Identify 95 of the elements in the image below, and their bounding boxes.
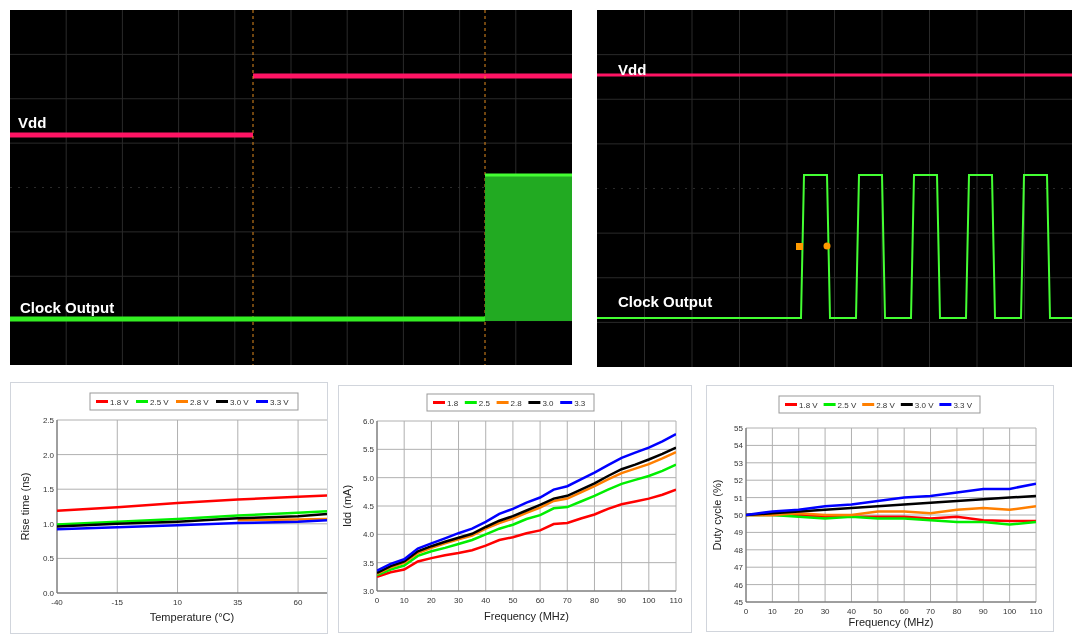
- tick-label: 100: [1002, 607, 1017, 616]
- axis-title: Rise time (ns): [19, 472, 31, 541]
- legend-label: 3.3 V: [270, 397, 289, 407]
- legend-label: 2.8 V: [876, 400, 895, 410]
- tick-label: 90: [978, 607, 988, 616]
- trace-label: Clock Output: [20, 300, 115, 315]
- tick-label: 45: [734, 598, 743, 607]
- tick-label: 30: [820, 607, 830, 616]
- tick-label: 0.0: [42, 589, 54, 598]
- tick-label: 54: [734, 441, 743, 451]
- tick-label: 49: [734, 528, 743, 538]
- legend-label: 3.3: [574, 398, 586, 408]
- tick-label: 2.5: [42, 416, 54, 425]
- legend-label: 2.5: [478, 398, 490, 408]
- tick-label: 50: [873, 607, 883, 616]
- trace-label: Vdd: [18, 115, 47, 130]
- tick-label: 50: [508, 596, 518, 605]
- legend-swatch: [496, 401, 509, 404]
- tick-label: 60: [899, 607, 909, 616]
- legend-swatch: [560, 401, 573, 404]
- axis-title: Temperature (°C): [149, 611, 235, 623]
- legend-label: 2.5 V: [150, 397, 169, 407]
- legend-swatch: [256, 400, 268, 403]
- axis-title: Frequency (MHz): [848, 616, 934, 628]
- tick-label: 50: [734, 511, 743, 520]
- trace-label: Clock Output: [618, 294, 713, 309]
- tick-label: 35: [233, 598, 243, 607]
- legend-swatch: [823, 403, 836, 406]
- tick-label: 2.0: [42, 450, 54, 460]
- legend-label: 3.3 V: [953, 400, 973, 410]
- tick-label: 40: [481, 596, 491, 605]
- tick-label: 110: [1029, 607, 1043, 616]
- tick-label: 1.0: [42, 519, 54, 529]
- tick-label: 110: [669, 596, 683, 605]
- legend-swatch: [862, 403, 875, 406]
- legend-label: 2.8: [510, 398, 522, 408]
- tick-label: 55: [734, 424, 743, 433]
- legend-swatch: [136, 400, 148, 403]
- tick-label: 70: [926, 607, 935, 616]
- tick-label: 90: [617, 596, 627, 605]
- tick-label: 60: [293, 598, 303, 607]
- legend-label: 3.0 V: [914, 400, 934, 410]
- legend-swatch: [900, 403, 913, 406]
- tick-label: 5.5: [362, 445, 374, 455]
- tick-label: 52: [734, 476, 743, 486]
- tick-label: 10: [173, 598, 182, 607]
- tick-label: 0.5: [42, 554, 54, 564]
- legend-swatch: [216, 400, 228, 403]
- legend-label: 3.0 V: [230, 397, 249, 407]
- tick-label: 3.0: [362, 587, 374, 596]
- tick-label: -15: [111, 598, 124, 607]
- tick-label: 53: [734, 458, 743, 468]
- tick-label: 60: [535, 596, 545, 605]
- legend-swatch: [464, 401, 477, 404]
- legend-label: 2.5 V: [837, 400, 857, 410]
- tick-label: 10: [399, 596, 409, 605]
- tick-label: 5.0: [362, 473, 374, 483]
- tick-label: 20: [426, 596, 436, 605]
- tick-label: 80: [590, 596, 599, 605]
- tick-label: 3.5: [362, 558, 374, 568]
- tick-label: 4.5: [362, 502, 374, 511]
- axis-title: Duty cycle (%): [711, 479, 723, 551]
- legend-label: 3.0: [542, 398, 554, 408]
- tick-label: 51: [734, 493, 743, 503]
- tick-label: 40: [847, 607, 856, 616]
- legend-swatch: [96, 400, 108, 403]
- legend-swatch: [528, 401, 541, 404]
- tick-label: 20: [794, 607, 804, 616]
- tick-label: 100: [642, 596, 656, 605]
- trace-label: Vdd: [618, 62, 647, 77]
- tick-label: 6.0: [362, 417, 374, 426]
- legend-swatch: [939, 403, 952, 406]
- legend-label: 2.8 V: [190, 397, 209, 407]
- tick-label: 47: [734, 563, 743, 573]
- marker-icon: [823, 242, 831, 250]
- tick-label: 48: [734, 545, 743, 555]
- tick-label: 46: [734, 580, 743, 590]
- axis-title: Idd (mA): [341, 484, 353, 528]
- tick-label: 10: [767, 607, 777, 616]
- legend-label: 1.8: [447, 398, 459, 408]
- tick-label: 30: [454, 596, 463, 605]
- legend-swatch: [785, 403, 797, 406]
- legend-swatch: [176, 400, 188, 403]
- tick-label: 0: [743, 607, 749, 616]
- tick-label: 80: [952, 607, 962, 616]
- legend-label: 1.8 V: [799, 400, 818, 410]
- legend-label: 1.8 V: [110, 397, 129, 407]
- legend-swatch: [433, 401, 445, 404]
- marker-icon: [796, 243, 803, 250]
- tick-label: 4.0: [362, 530, 374, 540]
- tick-label: 1.5: [42, 485, 54, 495]
- tick-label: 70: [562, 596, 572, 605]
- tick-label: -40: [51, 598, 63, 607]
- tick-label: 0: [374, 596, 380, 605]
- axis-title: Frequency (MHz): [484, 610, 569, 622]
